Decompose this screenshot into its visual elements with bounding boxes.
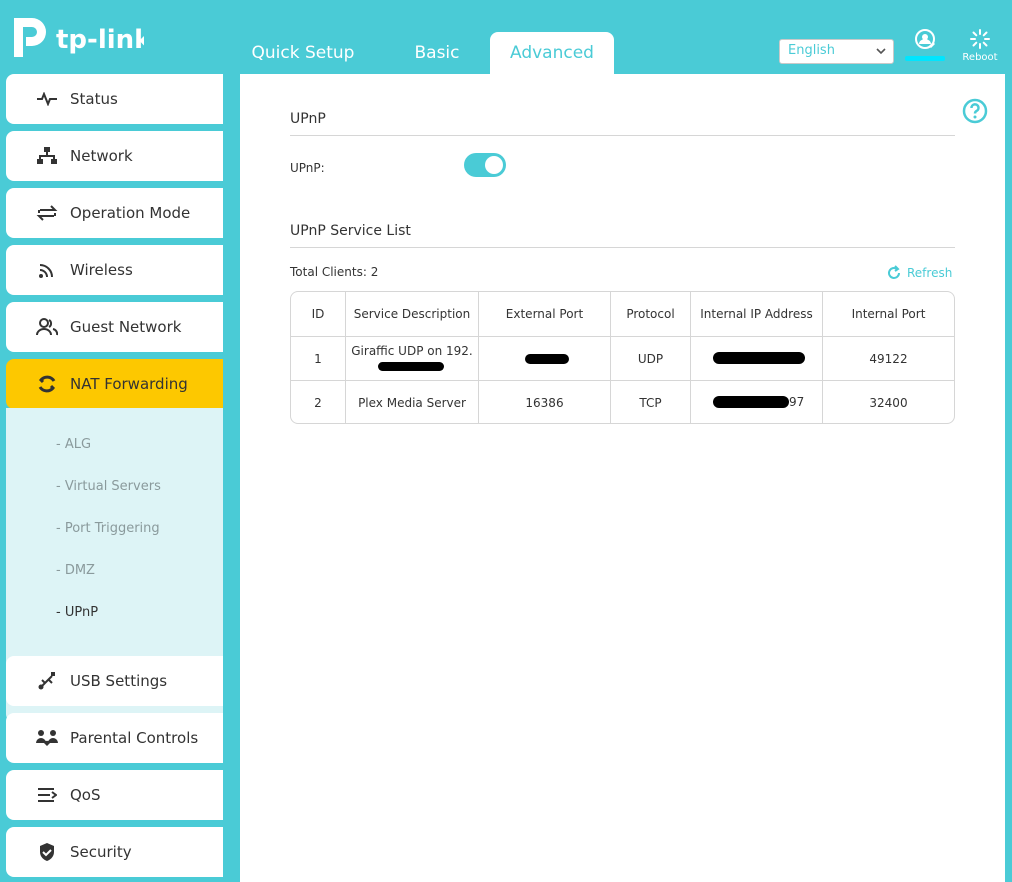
toggle-knob [485, 156, 503, 174]
wireless-icon [34, 260, 60, 280]
usb-icon [34, 671, 60, 691]
table-row: 2 Plex Media Server 16386 TCP 97 32400 [291, 380, 954, 423]
security-icon [34, 842, 60, 862]
tab-basic[interactable]: Basic [384, 32, 490, 74]
submenu-item-virtual-servers[interactable]: - Virtual Servers [56, 479, 161, 494]
submenu-item-alg[interactable]: - ALG [56, 437, 91, 452]
sidebar-item-label: Security [70, 843, 132, 861]
refresh-icon [888, 265, 900, 279]
sidebar-item-label: Status [70, 90, 118, 108]
cell-internal-ip-text: 97 [789, 395, 805, 409]
upnp-field-label: UPnP: [290, 161, 325, 175]
upnp-toggle[interactable] [464, 153, 506, 177]
sidebar-item-wireless[interactable]: Wireless [6, 245, 223, 295]
column-header: External Port [479, 292, 611, 336]
submenu-item-port-triggering[interactable]: - Port Triggering [56, 521, 160, 536]
sidebar-item-label: Wireless [70, 261, 133, 279]
column-header: ID [291, 292, 346, 336]
guest-network-icon [34, 317, 60, 337]
operation-mode-icon [34, 203, 60, 223]
sidebar-item-guest-network[interactable]: Guest Network [6, 302, 223, 352]
qos-icon [34, 785, 60, 805]
parental-controls-icon [34, 728, 60, 748]
status-icon [34, 89, 60, 109]
chevron-down-icon [876, 48, 886, 55]
account-icon [905, 29, 945, 61]
redaction-mark [713, 396, 789, 408]
total-clients: Total Clients: 2 [290, 265, 379, 279]
cell-description: Plex Media Server [346, 381, 479, 423]
reboot-button[interactable]: Reboot [960, 28, 1000, 64]
table-header-row: ID Service Description External Port Pro… [291, 292, 954, 336]
refresh-button[interactable]: Refresh [886, 265, 952, 281]
sidebar-item-operation-mode[interactable]: Operation Mode [6, 188, 223, 238]
tp-link-logo: tp-link [4, 12, 152, 64]
redaction-mark [713, 352, 805, 364]
column-header: Internal Port [851, 307, 926, 321]
sidebar-item-nat-forwarding[interactable]: NAT Forwarding [6, 359, 223, 409]
language-select[interactable]: English [779, 39, 894, 64]
nat-forwarding-icon [34, 374, 60, 394]
sidebar-item-label: Network [70, 147, 133, 165]
sidebar-item-status[interactable]: Status [6, 74, 223, 124]
table-row: 1 Giraffic UDP on 192. UDP 49122 [291, 336, 954, 380]
sidebar-item-security[interactable]: Security [6, 827, 223, 877]
cell-id: 2 [291, 381, 346, 423]
column-header: Internal IP Address [691, 292, 823, 336]
section-divider [290, 247, 955, 248]
cell-id: 1 [291, 337, 346, 380]
cell-description: Giraffic UDP on 192. [346, 337, 479, 380]
reboot-label: Reboot [962, 52, 998, 63]
section-divider [290, 135, 955, 136]
column-header: Service Description [346, 292, 479, 336]
reboot-icon [970, 29, 990, 49]
redaction-mark [378, 362, 444, 371]
sidebar-item-label: USB Settings [70, 672, 168, 690]
account-button[interactable] [905, 28, 945, 64]
sidebar-item-network[interactable]: Network [6, 131, 223, 181]
submenu-item-dmz[interactable]: - DMZ [56, 563, 95, 578]
sidebar-item-qos[interactable]: QoS [6, 770, 223, 820]
cell-internal-port: 32400 [869, 395, 908, 410]
sidebar-item-label: QoS [70, 786, 101, 804]
submenu-item-upnp[interactable]: - UPnP [56, 605, 98, 620]
sidebar-item-label: NAT Forwarding [70, 375, 188, 393]
top-tabs: Quick Setup Basic Advanced [222, 32, 614, 74]
cell-external-port [479, 337, 611, 380]
sidebar-item-label: Parental Controls [70, 729, 199, 747]
help-icon[interactable] [962, 98, 988, 124]
sidebar-item-usb-settings[interactable]: USB Settings [6, 656, 223, 706]
svg-text:tp-link: tp-link [56, 25, 144, 55]
sidebar-item-label: Guest Network [70, 318, 182, 336]
sidebar-item-parental-controls[interactable]: Parental Controls [6, 713, 223, 763]
network-icon [34, 146, 60, 166]
redaction-mark [525, 354, 569, 364]
upnp-service-table: ID Service Description External Port Pro… [290, 291, 955, 424]
cell-description-text: Giraffic UDP on 192. [351, 344, 473, 358]
cell-internal-ip [691, 337, 823, 380]
main-panel: UPnP UPnP: UPnP Service List Total Clien… [240, 74, 1005, 882]
cell-internal-ip: 97 [691, 381, 823, 423]
upnp-service-list-title: UPnP Service List [290, 223, 411, 239]
cell-external-port: 16386 [479, 381, 611, 423]
refresh-label: Refresh [907, 266, 953, 280]
cell-internal-port: 49122 [869, 351, 908, 366]
tab-quick-setup[interactable]: Quick Setup [222, 32, 384, 74]
cell-protocol: TCP [611, 381, 691, 423]
sidebar-item-label: Operation Mode [70, 204, 191, 222]
language-select-value: English [788, 43, 835, 58]
column-header: Protocol [611, 292, 691, 336]
upnp-section-title: UPnP [290, 111, 326, 127]
sidebar: Status Network Operation Mode Wireless G… [0, 74, 232, 882]
tab-advanced[interactable]: Advanced [490, 32, 614, 74]
cell-protocol: UDP [611, 337, 691, 380]
